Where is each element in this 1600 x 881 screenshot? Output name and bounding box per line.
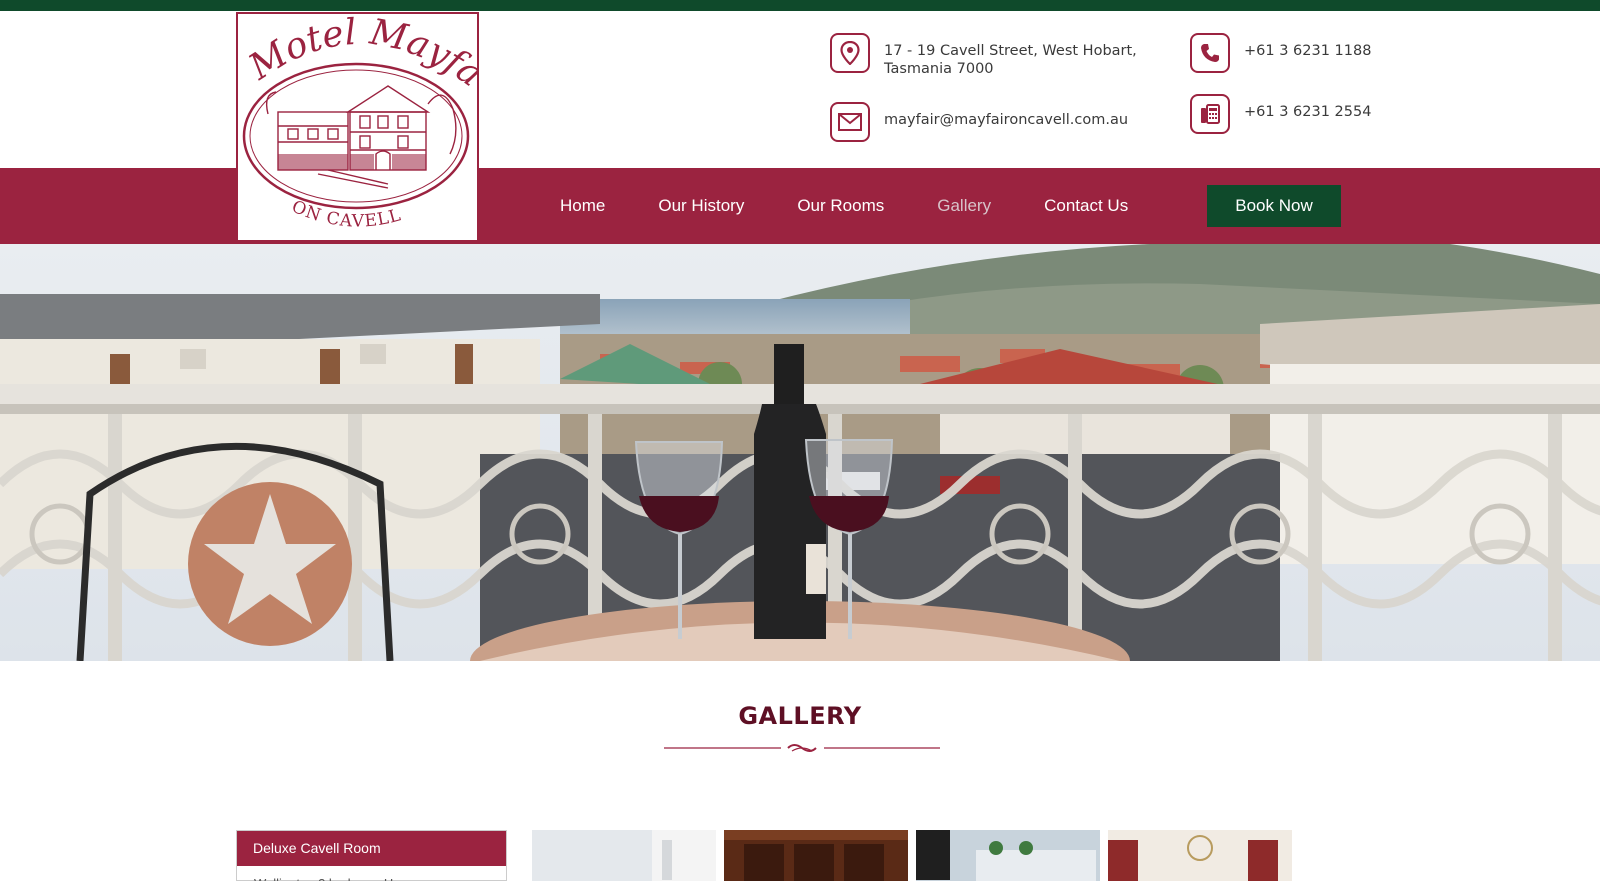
phone-icon	[1190, 33, 1230, 73]
gallery-thumbnails	[532, 830, 1292, 881]
gallery-heading: GALLERY	[738, 702, 862, 730]
svg-text:Motel Mayfair: Motel Mayfair	[238, 14, 477, 95]
nav-our-history[interactable]: Our History	[658, 196, 744, 216]
address-text: 17 - 19 Cavell Street, West Hobart, Tasm…	[884, 43, 1137, 77]
top-accent-bar	[0, 0, 1600, 11]
nav-home[interactable]: Home	[560, 196, 605, 216]
nav-our-rooms[interactable]: Our Rooms	[797, 196, 884, 216]
nav-gallery[interactable]: Gallery	[937, 196, 991, 216]
fax-number: +61 3 6231 2554	[1244, 104, 1372, 120]
motel-logo[interactable]: Motel Mayfair	[236, 12, 479, 242]
fax-icon	[1190, 94, 1230, 134]
location-pin-icon	[830, 33, 870, 73]
hero-balcony-image	[0, 244, 1600, 661]
gallery-category-list: Deluxe Cavell Room Wellington 2 bedroom …	[236, 830, 507, 881]
contact-phone[interactable]: +61 3 6231 1188	[1190, 33, 1371, 73]
gallery-thumbnail[interactable]	[1108, 830, 1292, 881]
gallery-thumbnail[interactable]	[532, 830, 716, 881]
gallery-thumbnail[interactable]	[916, 830, 1100, 881]
nav-contact-us[interactable]: Contact Us	[1044, 196, 1128, 216]
phone-number[interactable]: +61 3 6231 1188	[1244, 42, 1371, 60]
gallery-thumbnail[interactable]	[724, 830, 908, 881]
contact-fax: +61 3 6231 2554	[1190, 94, 1371, 134]
email-link[interactable]: mayfair@mayfaironcavell.com.au	[884, 111, 1128, 129]
envelope-icon	[830, 102, 870, 142]
ornamental-divider	[664, 740, 940, 754]
book-now-button[interactable]: Book Now	[1207, 185, 1341, 227]
category-deluxe-cavell-room[interactable]: Deluxe Cavell Room	[237, 831, 506, 866]
contact-email[interactable]: mayfair@mayfaironcavell.com.au	[830, 102, 1128, 142]
main-nav: Home Our History Our Rooms Gallery Conta…	[560, 168, 1181, 244]
contact-address: 17 - 19 Cavell Street, West Hobart, Tasm…	[830, 33, 1154, 78]
category-wellington-house[interactable]: Wellington 2 bedroom House	[237, 866, 506, 881]
